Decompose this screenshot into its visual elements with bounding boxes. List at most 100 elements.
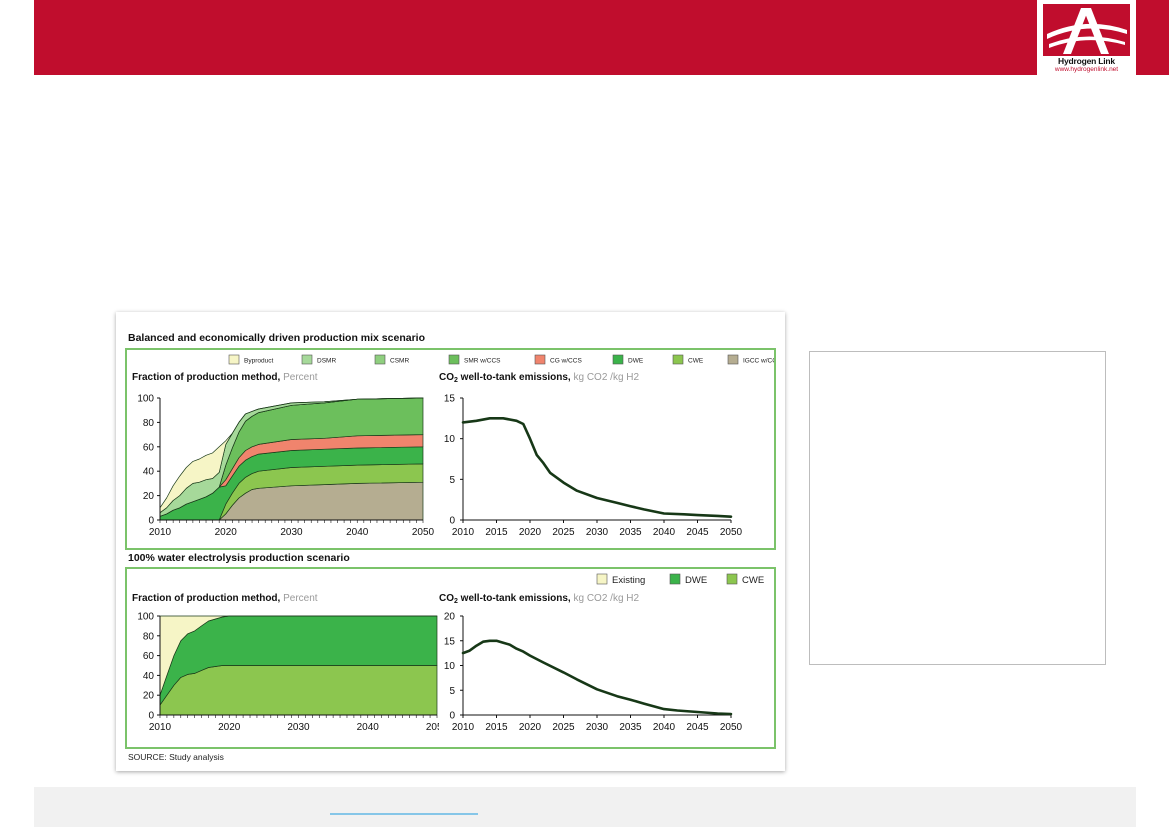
chart-title-prefix: CO (439, 593, 454, 604)
chart-title-prefix: CO (439, 372, 454, 383)
production-fraction-chart-1: Fraction of production method, Percent02… (132, 372, 435, 538)
y-tick-label: 20 (444, 612, 456, 623)
production-fraction-chart-2: Fraction of production method, Percent02… (132, 593, 439, 733)
hydrogen-link-logo-icon (1043, 4, 1130, 56)
scenario-2-title: 100% water electrolysis production scena… (128, 552, 350, 564)
co2-emissions-chart-1: CO2 well-to-tank emissions, kg CO2 /kg H… (439, 372, 743, 538)
chart-title-text: Fraction of production method, (132, 593, 283, 604)
logo-url[interactable]: www.hydrogenlink.net (1037, 66, 1136, 73)
legend-label-cwe: CWE (688, 358, 704, 365)
source-note: SOURCE: Study analysis (128, 752, 224, 762)
legend-label-existing: Existing (612, 575, 645, 586)
x-tick-label: 2010 (452, 527, 475, 538)
chart-title: CO2 well-to-tank emissions, kg CO2 /kg H… (439, 372, 640, 384)
side-text-box (809, 351, 1106, 665)
legend-swatch-existing (596, 573, 608, 585)
co2-emissions-chart-2: CO2 well-to-tank emissions, kg CO2 /kg H… (439, 593, 743, 733)
chart-unit: Percent (283, 593, 318, 604)
x-tick-label: 2030 (280, 527, 303, 538)
chart-title: CO2 well-to-tank emissions, kg CO2 /kg H… (439, 593, 640, 605)
x-tick-label: 2020 (519, 527, 542, 538)
area-cwe (159, 665, 438, 716)
y-tick-label: 5 (449, 475, 455, 486)
x-tick-label: 2045 (686, 527, 709, 538)
y-tick-label: 60 (143, 651, 155, 662)
legend-swatch-dsmr (301, 354, 313, 365)
y-tick-label: 40 (143, 671, 155, 682)
x-tick-label: 2035 (619, 527, 642, 538)
footer-link-underline[interactable] (330, 813, 478, 815)
chart-unit: kg CO2 /kg H2 (574, 593, 640, 604)
y-tick-label: 0 (449, 516, 455, 527)
legend-swatch-cg-w-ccs (534, 354, 546, 365)
y-tick-label: 10 (444, 434, 456, 445)
scenario-2-panel: Existing DWE CWE Fraction of production me… (125, 567, 776, 749)
brand-logo[interactable]: Hydrogen Link www.hydrogenlink.net (1037, 0, 1136, 76)
chart-title-text: Fraction of production method, (132, 372, 283, 383)
y-tick-label: 80 (143, 631, 155, 642)
x-tick-label: 2035 (619, 722, 642, 733)
legend-swatch-cwe (726, 573, 738, 585)
x-tick-label: 2010 (452, 722, 475, 733)
y-tick-label: 15 (444, 394, 456, 405)
legend-swatch-csmr (374, 354, 386, 365)
chart-title-suffix: well-to-tank emissions, (458, 593, 574, 604)
x-tick-label: 2050 (720, 527, 743, 538)
legend-swatch-byproduct (228, 354, 240, 365)
x-tick-label: 2030 (287, 722, 310, 733)
legend-swatch-dwe (612, 354, 624, 365)
y-tick-label: 5 (449, 686, 455, 697)
x-tick-label: 2030 (586, 722, 609, 733)
x-tick-label: 2050 (720, 722, 743, 733)
scenario-1-title: Balanced and economically driven product… (128, 332, 425, 344)
x-tick-label: 2015 (485, 722, 508, 733)
x-tick-label: 2045 (686, 722, 709, 733)
legend-label-cg-w-ccs: CG w/CCS (550, 358, 582, 365)
chart-title-suffix: well-to-tank emissions, (458, 372, 574, 383)
y-tick-label: 15 (444, 636, 456, 647)
x-tick-label: 2010 (149, 527, 172, 538)
chart-title: Fraction of production method, Percent (132, 593, 318, 604)
y-tick-label: 80 (143, 418, 155, 429)
scenario-2-legend: Existing DWE CWE (596, 573, 764, 586)
x-tick-label: 2020 (215, 527, 238, 538)
y-tick-label: 100 (137, 394, 154, 405)
y-tick-label: 10 (444, 661, 456, 672)
y-tick-label: 20 (143, 491, 155, 502)
legend-swatch-dwe (669, 573, 681, 585)
chart-title: Fraction of production method, Percent (132, 372, 318, 383)
y-tick-label: 0 (148, 516, 154, 527)
legend-label-cwe: CWE (742, 575, 764, 586)
logo-name: Hydrogen Link (1058, 56, 1115, 66)
x-tick-label: 2015 (485, 527, 508, 538)
emissions-line (461, 639, 733, 716)
x-tick-label: 2025 (552, 722, 575, 733)
legend-label-igcc-w-ccs: IGCC w/CCS (743, 358, 774, 365)
legend-swatch-smr-w-ccs (448, 354, 460, 365)
x-tick-label: 2040 (653, 527, 676, 538)
y-tick-label: 20 (143, 691, 155, 702)
chart-unit: Percent (283, 372, 318, 383)
x-tick-label: 2025 (552, 527, 575, 538)
x-tick-label: 2040 (653, 722, 676, 733)
x-tick-label: 2040 (357, 722, 380, 733)
x-tick-label: 2040 (346, 527, 369, 538)
x-tick-label: 2010 (149, 722, 172, 733)
header-banner (34, 0, 1169, 75)
emissions-line (461, 416, 733, 518)
legend-label-dsmr: DSMR (317, 358, 336, 365)
x-tick-label: 2030 (586, 527, 609, 538)
y-tick-label: 60 (143, 442, 155, 453)
emissions-figure: Balanced and economically driven product… (116, 312, 785, 771)
y-tick-label: 0 (148, 711, 154, 722)
legend-label-dwe: DWE (685, 575, 707, 586)
x-tick-label: 2020 (519, 722, 542, 733)
legend-label-dwe: DWE (628, 358, 644, 365)
y-tick-label: 100 (137, 612, 154, 623)
legend-label-smr-w-ccs: SMR w/CCS (464, 358, 501, 365)
legend-label-csmr: CSMR (390, 358, 409, 365)
chart-unit: kg CO2 /kg H2 (574, 372, 640, 383)
x-tick-label: 2050 (412, 527, 435, 538)
footer-bar (34, 787, 1136, 827)
y-tick-label: 0 (449, 711, 455, 722)
